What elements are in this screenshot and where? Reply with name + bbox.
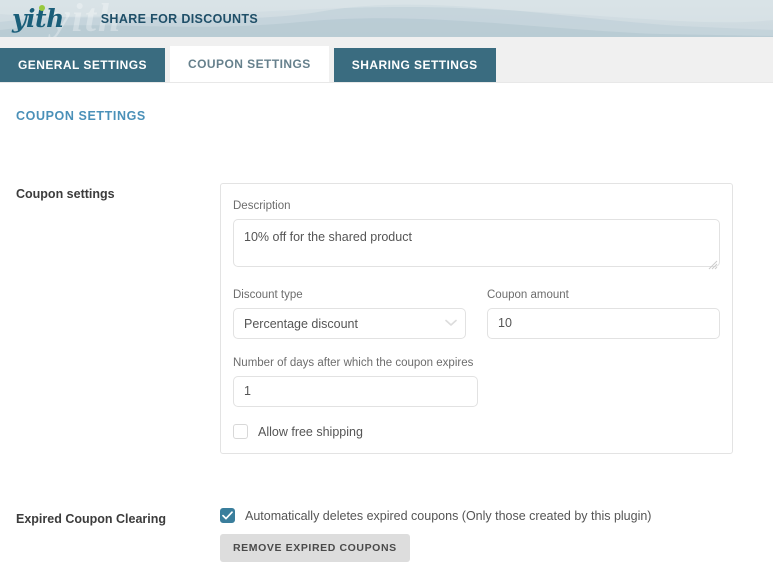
expiry-days-input[interactable]: 1 xyxy=(233,376,478,407)
settings-content: COUPON SETTINGS Coupon settings Descript… xyxy=(0,83,773,562)
tab-coupon-settings[interactable]: COUPON SETTINGS xyxy=(170,46,329,82)
expired-coupon-clearing-row: Expired Coupon Clearing Automatically de… xyxy=(16,508,757,562)
auto-delete-label: Automatically deletes expired coupons (O… xyxy=(245,509,651,523)
coupon-settings-row: Coupon settings Description Discount typ… xyxy=(16,183,757,454)
description-label: Description xyxy=(233,200,720,212)
description-textarea[interactable] xyxy=(233,219,720,267)
section-heading: COUPON SETTINGS xyxy=(16,83,757,123)
page-title: SHARE FOR DISCOUNTS xyxy=(101,12,258,26)
expiry-days-label: Number of days after which the coupon ex… xyxy=(233,357,478,369)
coupon-amount-group: Coupon amount 10 xyxy=(487,289,720,339)
auto-delete-checkbox[interactable] xyxy=(220,508,235,523)
coupon-settings-label: Coupon settings xyxy=(16,183,220,201)
auto-delete-checkbox-row[interactable]: Automatically deletes expired coupons (O… xyxy=(220,508,757,523)
remove-expired-coupons-button[interactable]: REMOVE EXPIRED COUPONS xyxy=(220,534,410,562)
logo-dot-icon xyxy=(39,5,45,11)
description-field-group: Description xyxy=(233,200,720,272)
expired-coupon-clearing-label: Expired Coupon Clearing xyxy=(16,508,220,526)
coupon-amount-input[interactable]: 10 xyxy=(487,308,720,339)
coupon-settings-panel: Description Discount type Percentage dis… xyxy=(220,183,733,454)
plugin-header: yith yith SHARE FOR DISCOUNTS xyxy=(0,0,773,37)
discount-type-select[interactable]: Percentage discount xyxy=(233,308,466,339)
tab-general-settings[interactable]: GENERAL SETTINGS xyxy=(0,48,165,82)
logo-text: yith xyxy=(12,4,64,33)
free-shipping-checkbox[interactable] xyxy=(233,424,248,439)
discount-type-label: Discount type xyxy=(233,289,466,301)
check-icon xyxy=(222,511,233,520)
tab-bar: GENERAL SETTINGS COUPON SETTINGS SHARING… xyxy=(0,37,773,83)
coupon-amount-label: Coupon amount xyxy=(487,289,720,301)
expiry-days-group: Number of days after which the coupon ex… xyxy=(233,357,478,407)
discount-type-group: Discount type Percentage discount xyxy=(233,289,466,339)
free-shipping-checkbox-row[interactable]: Allow free shipping xyxy=(233,424,720,439)
free-shipping-label: Allow free shipping xyxy=(258,425,363,439)
tab-sharing-settings[interactable]: SHARING SETTINGS xyxy=(334,48,496,82)
yith-logo: yith xyxy=(12,6,68,31)
